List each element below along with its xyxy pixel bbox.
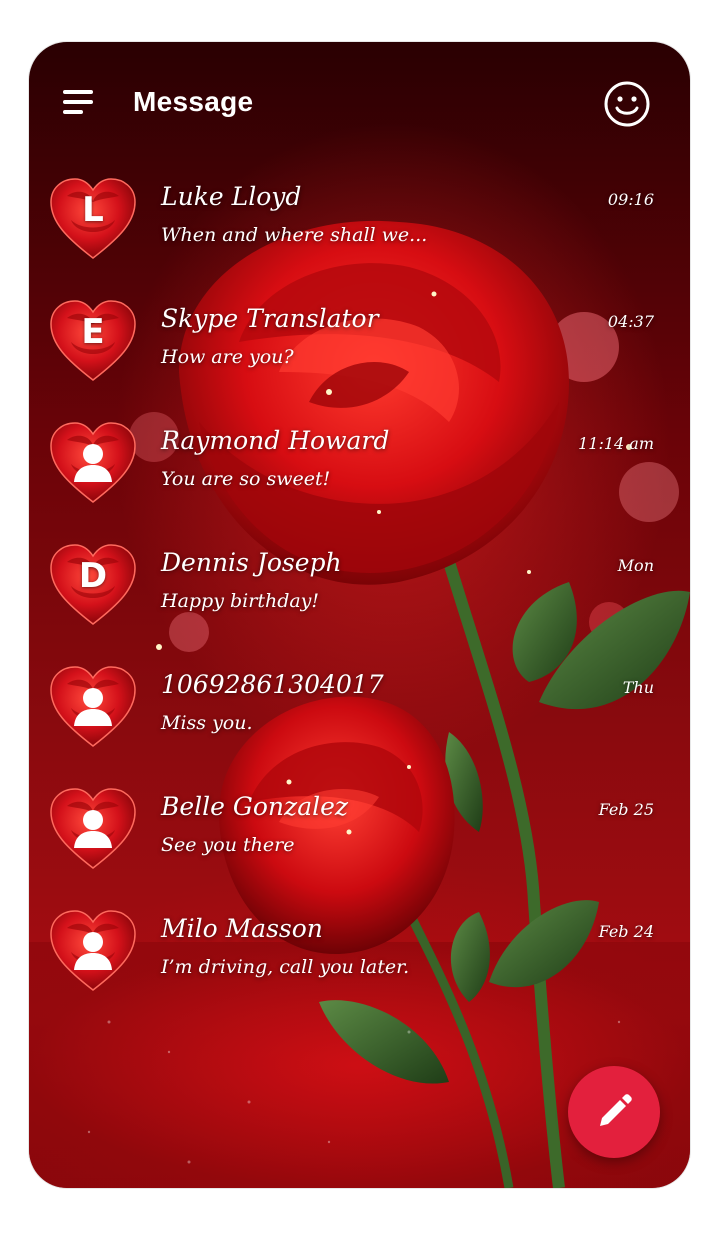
message-time: Feb 24	[598, 922, 654, 941]
contact-name: Milo Masson	[161, 914, 323, 943]
heart-rose-avatar	[47, 908, 139, 994]
heart-rose-avatar: E	[47, 298, 139, 384]
contact-name: Raymond Howard	[161, 426, 390, 455]
avatar-letter: D	[78, 556, 108, 596]
message-time: Thu	[622, 678, 654, 697]
message-preview: See you there	[161, 834, 295, 856]
contact-name: Dennis Joseph	[161, 548, 342, 577]
message-time: Mon	[617, 556, 654, 575]
contact-name: Belle Gonzalez	[161, 792, 349, 821]
message-preview: When and where shall we...	[161, 224, 428, 246]
compose-button[interactable]	[568, 1066, 660, 1158]
heart-icon	[50, 666, 136, 747]
conversation-row[interactable]: E Skype Translator How are you? 04:37	[29, 294, 690, 406]
smiley-face-icon[interactable]	[603, 80, 651, 128]
message-preview: Miss you.	[161, 712, 253, 734]
hamburger-menu-icon[interactable]	[63, 90, 95, 116]
heart-rose-avatar	[47, 664, 139, 750]
heart-rose-avatar	[47, 786, 139, 872]
contact-name: Luke Lloyd	[161, 182, 302, 211]
avatar-letter: E	[81, 312, 105, 352]
conversation-row[interactable]: L Luke Lloyd When and where shall we... …	[29, 172, 690, 284]
page-title: Message	[133, 86, 254, 117]
conversation-row[interactable]: 10692861304017 Miss you. Thu	[29, 660, 690, 772]
message-time: 04:37	[607, 312, 654, 331]
conversation-row[interactable]: D Dennis Joseph Happy birthday! Mon	[29, 538, 690, 650]
app-header: Message	[29, 42, 690, 162]
pencil-compose-icon	[600, 1094, 632, 1126]
message-time: 09:16	[607, 190, 654, 209]
conversation-row[interactable]: Milo Masson I’m driving, call you later.…	[29, 904, 690, 1016]
message-preview: Happy birthday!	[161, 590, 320, 612]
message-time: Feb 25	[598, 800, 654, 819]
heart-icon	[50, 910, 136, 991]
message-preview: You are so sweet!	[161, 468, 331, 490]
conversation-row[interactable]: Raymond Howard You are so sweet! 11:14 a…	[29, 416, 690, 528]
heart-icon	[50, 788, 136, 869]
contact-name: 10692861304017	[161, 670, 384, 699]
phone-screen: Message L Luke Lloyd When and where shal…	[29, 42, 690, 1188]
message-preview: I’m driving, call you later.	[161, 956, 410, 978]
avatar-letter: L	[82, 190, 104, 230]
heart-rose-avatar	[47, 420, 139, 506]
message-time: 11:14 am	[578, 434, 654, 453]
conversation-row[interactable]: Belle Gonzalez See you there Feb 25	[29, 782, 690, 894]
message-preview: How are you?	[161, 346, 294, 368]
heart-icon	[50, 422, 136, 503]
contact-name: Skype Translator	[161, 304, 379, 333]
heart-rose-avatar: L	[47, 176, 139, 262]
heart-rose-avatar: D	[47, 542, 139, 628]
